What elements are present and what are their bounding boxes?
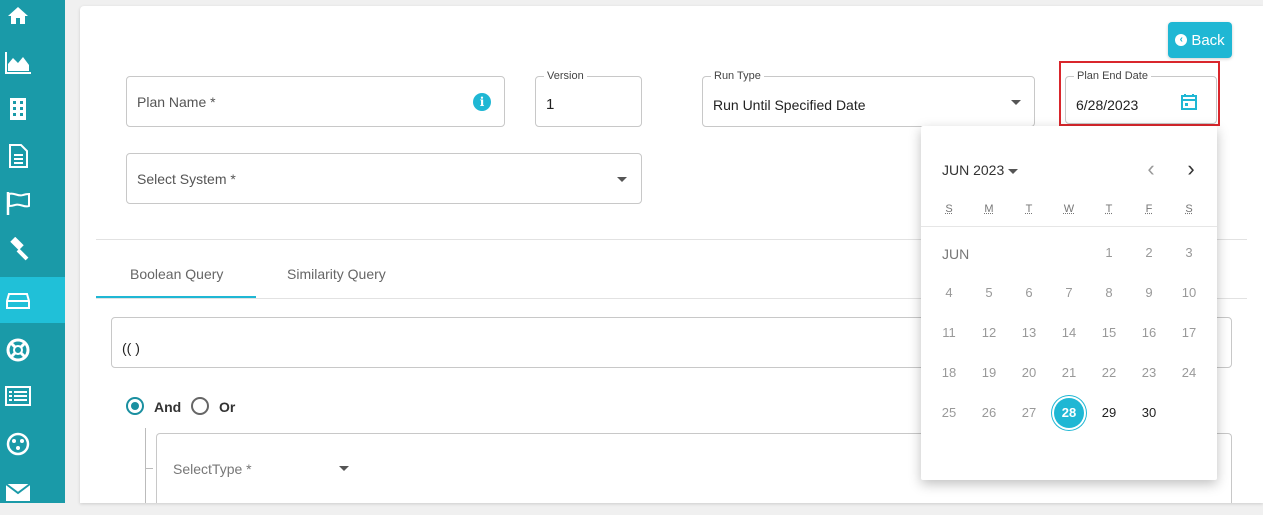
back-button[interactable]: ‹ Back — [1168, 22, 1232, 58]
calendar-day: 27 — [1021, 405, 1037, 420]
document-icon — [9, 144, 28, 168]
version-field[interactable]: Version 1 — [535, 70, 642, 127]
gavel-icon — [10, 237, 29, 261]
plan-name-placeholder: Plan Name * — [137, 94, 216, 110]
calendar-day: 26 — [981, 405, 997, 420]
calendar-day: 10 — [1181, 285, 1197, 300]
calendar-day: 5 — [985, 285, 993, 300]
system-select[interactable]: Select System * — [126, 153, 642, 204]
highlight-box — [1059, 61, 1220, 126]
hard-drive-icon — [6, 293, 30, 309]
calendar-day: 19 — [981, 365, 997, 380]
calendar-day: 16 — [1141, 325, 1157, 340]
version-label: Version — [544, 70, 587, 82]
sidebar-item-support[interactable] — [0, 327, 65, 373]
info-icon[interactable]: i — [473, 93, 491, 111]
home-icon — [8, 7, 28, 24]
calendar-divider — [921, 226, 1217, 227]
calendar-day: 1 — [1105, 245, 1113, 260]
weekday-label: S — [945, 203, 953, 215]
month-year-label: JUN 2023 — [942, 162, 1005, 178]
select-type-placeholder[interactable]: SelectType * — [173, 461, 252, 477]
building-icon — [10, 98, 26, 120]
weekday-label: T — [1025, 203, 1033, 215]
or-label: Or — [219, 399, 236, 415]
calendar-day: 12 — [981, 325, 997, 340]
system-placeholder: Select System * — [137, 171, 236, 187]
sidebar-item-documents[interactable] — [0, 133, 65, 179]
run-type-value: Run Until Specified Date — [713, 97, 866, 113]
sidebar-item-flags[interactable] — [0, 180, 65, 226]
calendar-day: 11 — [942, 325, 956, 340]
calendar-day: 15 — [1101, 325, 1117, 340]
date-picker-popup: JUN 2023 ‹ › S M T W T F S JUN 123456789… — [921, 126, 1217, 480]
calendar-day: 24 — [1181, 365, 1197, 380]
lifebuoy-icon — [6, 338, 30, 362]
weekday-label: F — [1145, 203, 1153, 215]
calendar-day: 13 — [1021, 325, 1037, 340]
sidebar-item-legal[interactable] — [0, 227, 65, 273]
calendar-day: 17 — [1181, 325, 1197, 340]
calendar-day[interactable]: 29 — [1091, 395, 1127, 431]
chevron-down-icon — [1011, 100, 1021, 105]
sidebar-item-list[interactable] — [0, 373, 65, 419]
month-year-selector[interactable]: JUN 2023 — [942, 162, 1019, 178]
calendar-day: 6 — [1025, 285, 1033, 300]
calendar-day: 3 — [1185, 245, 1193, 260]
chevron-down-icon — [617, 177, 627, 182]
or-radio[interactable] — [191, 397, 209, 415]
selected-day[interactable]: 28 — [1054, 398, 1084, 428]
calendar-day: 2 — [1145, 245, 1153, 260]
sidebar-item-analytics[interactable] — [0, 39, 65, 85]
sidebar-item-building[interactable] — [0, 86, 65, 132]
chevron-down-icon — [1008, 168, 1019, 174]
calendar-day: 18 — [941, 365, 957, 380]
list-icon — [5, 386, 31, 406]
chevron-down-icon — [339, 466, 349, 471]
mail-icon — [5, 483, 31, 501]
calendar-day: 8 — [1105, 285, 1113, 300]
next-month-icon[interactable]: › — [1181, 156, 1201, 182]
month-label: JUN — [942, 246, 970, 262]
and-label: And — [154, 399, 182, 415]
plan-name-field[interactable]: Plan Name * i — [126, 76, 505, 127]
sidebar-item-mail[interactable] — [0, 469, 65, 515]
flag-icon — [6, 192, 30, 215]
sidebar-item-storage[interactable] — [0, 277, 65, 323]
weekday-label: T — [1105, 203, 1113, 215]
area-chart-icon — [5, 52, 31, 74]
sidebar-item-palette[interactable] — [0, 421, 65, 467]
sidebar — [0, 0, 65, 503]
calendar-day: 25 — [941, 405, 957, 420]
calendar-day[interactable]: 30 — [1131, 395, 1167, 431]
tree-line — [145, 428, 146, 503]
tab-similarity-query[interactable]: Similarity Query — [287, 266, 386, 282]
calendar-day: 7 — [1065, 285, 1073, 300]
prev-month-icon[interactable]: ‹ — [1141, 156, 1161, 182]
calendar-day: 23 — [1141, 365, 1157, 380]
run-type-select[interactable]: Run Type Run Until Specified Date — [702, 70, 1035, 127]
sidebar-item-home[interactable] — [0, 0, 65, 38]
and-radio[interactable] — [126, 397, 144, 415]
calendar-day: 9 — [1145, 285, 1153, 300]
calendar-day: 4 — [945, 285, 953, 300]
calendar-day: 20 — [1021, 365, 1037, 380]
weekday-label: W — [1063, 203, 1075, 215]
weekday-label: M — [984, 203, 994, 215]
query-text: (( ) — [122, 340, 140, 356]
run-type-label: Run Type — [711, 70, 764, 82]
tab-boolean-query[interactable]: Boolean Query — [130, 266, 223, 282]
palette-icon — [6, 432, 30, 456]
back-arrow-icon: ‹ — [1175, 34, 1188, 46]
calendar-day: 21 — [1061, 365, 1077, 380]
back-button-label: Back — [1191, 31, 1225, 49]
calendar-day: 22 — [1101, 365, 1117, 380]
calendar-day: 14 — [1061, 325, 1077, 340]
tree-branch — [145, 468, 153, 469]
weekday-label: S — [1185, 203, 1193, 215]
version-value: 1 — [546, 96, 555, 113]
